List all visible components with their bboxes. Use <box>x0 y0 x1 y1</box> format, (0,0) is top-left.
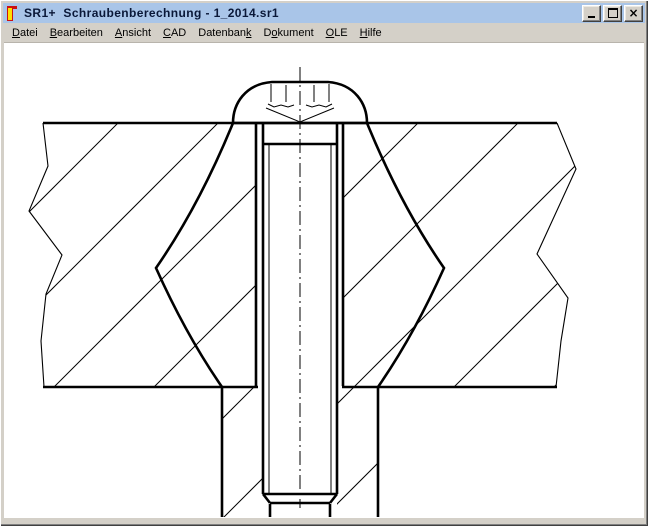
close-icon: × <box>628 8 638 18</box>
menu-item-hilfe[interactable]: Hilfe <box>354 25 388 41</box>
menu-item-cad[interactable]: CAD <box>157 25 192 41</box>
minimize-icon <box>588 16 595 18</box>
hatch-region-0 <box>4 61 644 518</box>
app-icon[interactable] <box>6 6 19 20</box>
menu-item-ole[interactable]: OLE <box>320 25 354 41</box>
titlebar[interactable]: SR1+ Schraubenberechnung - 1_2014.sr1 × <box>3 3 645 23</box>
close-button[interactable]: × <box>624 5 643 22</box>
menu-item-bearbeiten[interactable]: Bearbeiten <box>44 25 109 41</box>
menu-item-datei[interactable]: Datei <box>6 25 44 41</box>
hatch-region-2 <box>4 61 644 518</box>
menu-item-ansicht[interactable]: Ansicht <box>109 25 157 41</box>
hatch-region-3 <box>4 61 644 518</box>
bolt-section-drawing <box>4 43 644 518</box>
window-title: SR1+ Schraubenberechnung - 1_2014.sr1 <box>24 6 582 20</box>
menu-item-dokument[interactable]: Dokument <box>257 25 319 41</box>
maximize-icon <box>608 8 618 18</box>
maximize-button[interactable] <box>603 5 622 22</box>
minimize-button[interactable] <box>582 5 601 22</box>
app-icon-yellow-bar <box>7 7 13 21</box>
window-controls: × <box>582 5 645 22</box>
hatch-region-1 <box>4 61 644 518</box>
menubar: DateiBearbeitenAnsichtCADDatenbankDokume… <box>3 24 645 42</box>
app-window: SR1+ Schraubenberechnung - 1_2014.sr1 × … <box>0 0 648 526</box>
menu-item-datenbank[interactable]: Datenbank <box>192 25 257 41</box>
cad-drawing-canvas[interactable] <box>4 42 644 518</box>
